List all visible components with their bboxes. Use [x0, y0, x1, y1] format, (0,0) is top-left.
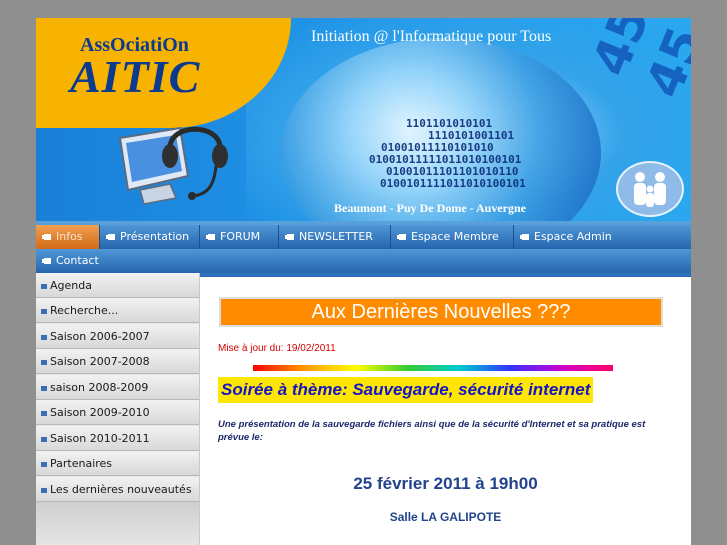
bullet-icon: [44, 258, 51, 264]
nav-item-contact[interactable]: Contact: [36, 249, 691, 273]
bullet-icon: [44, 234, 51, 240]
binary-line: 1101101010101: [406, 117, 493, 130]
bullet-icon: [41, 410, 47, 416]
sidebar-item-saison-2006-2007[interactable]: Saison 2006-2007: [36, 324, 199, 349]
nav-item-espace-membre[interactable]: Espace Membre: [391, 225, 514, 249]
event-date: 25 février 2011 à 19h00: [353, 474, 538, 493]
event-venue: Salle LA GALIPOTE: [389, 510, 502, 524]
sidebar-item-saison-2009-2010[interactable]: Saison 2009-2010: [36, 400, 199, 425]
news-heading: Aux Dernières Nouvelles ???: [219, 297, 663, 327]
main-nav: Infos Présentation FORUM NEWSLETTER Espa…: [36, 221, 691, 277]
nav-item-forum[interactable]: FORUM: [200, 225, 279, 249]
bullet-icon: [41, 334, 47, 340]
sidebar-item-nouveautes[interactable]: Les dernières nouveautés: [36, 477, 199, 502]
logo-aitic: AITIC: [70, 51, 201, 102]
family-icon: [616, 161, 684, 217]
bullet-icon: [522, 234, 529, 240]
bullet-icon: [41, 385, 47, 391]
header-banner: 1101101010101 1110101001101 010010111101…: [36, 18, 691, 221]
bullet-icon: [399, 234, 406, 240]
binary-line: 01001011110101010: [381, 141, 494, 154]
bullet-icon: [208, 234, 215, 240]
rainbow-divider: [253, 365, 613, 371]
bullet-icon: [41, 308, 47, 314]
site-tagline: Initiation @ l'Informatique pour Tous: [311, 28, 552, 45]
bullet-icon: [41, 359, 47, 365]
sidebar-item-saison-2008-2009[interactable]: saison 2008-2009: [36, 375, 199, 400]
sidebar-item-saison-2010-2011[interactable]: Saison 2010-2011: [36, 426, 199, 451]
binary-line: 0100101111011010100101: [380, 177, 526, 190]
event-title: Soirée à thème: Sauvegarde, sécurité int…: [218, 377, 594, 403]
update-date: Mise à jour du: 19/02/2011: [218, 343, 336, 354]
sidebar-item-recherche[interactable]: Recherche...: [36, 298, 199, 323]
site-location: Beaumont - Puy De Dome - Auvergne: [334, 201, 526, 215]
bullet-icon: [108, 234, 115, 240]
bullet-icon: [41, 487, 47, 493]
bullet-icon: [41, 461, 47, 467]
main-content: Aux Dernières Nouvelles ??? Mise à jour …: [200, 277, 691, 545]
event-intro: Une présentation de la sauvegarde fichie…: [218, 419, 646, 443]
binary-line: 01001011101101010110: [386, 165, 519, 178]
nav-item-infos[interactable]: Infos: [36, 225, 100, 249]
bullet-icon: [41, 283, 47, 289]
nav-item-espace-admin[interactable]: Espace Admin: [514, 225, 691, 249]
binary-line: 1110101001101: [428, 129, 515, 142]
bullet-icon: [287, 234, 294, 240]
headset-computer-icon: [118, 126, 228, 205]
sidebar-item-partenaires[interactable]: Partenaires: [36, 451, 199, 476]
nav-item-newsletter[interactable]: NEWSLETTER: [279, 225, 391, 249]
sidebar-item-agenda[interactable]: Agenda: [36, 273, 199, 298]
binary-line: 01001011111011010100101: [369, 153, 522, 166]
sidebar: Agenda Recherche... Saison 2006-2007 Sai…: [36, 273, 200, 545]
bullet-icon: [41, 436, 47, 442]
nav-item-presentation[interactable]: Présentation: [100, 225, 200, 249]
page: 1101101010101 1110101001101 010010111101…: [36, 18, 691, 545]
sidebar-item-saison-2007-2008[interactable]: Saison 2007-2008: [36, 349, 199, 374]
